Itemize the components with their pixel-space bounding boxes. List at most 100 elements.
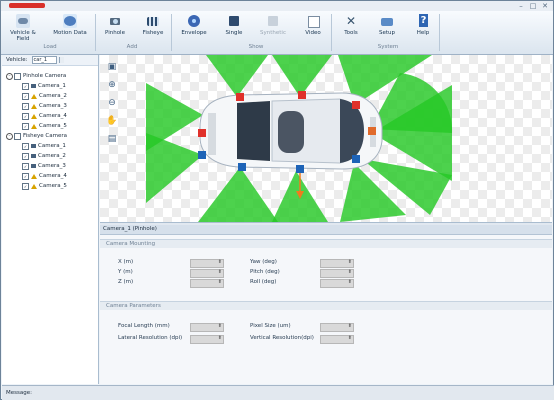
tree-group-label: Fisheye Camera: [23, 133, 67, 139]
checkbox[interactable]: ✓: [22, 122, 29, 130]
fisheye-label: Fisheye: [142, 30, 164, 36]
z-input[interactable]: [190, 279, 224, 288]
chevron-down-icon[interactable]: [58, 57, 64, 63]
pinhole-label: Pinhole: [105, 30, 125, 36]
tree-item-fisheye-camera-1[interactable]: ✓ Camera_1: [22, 141, 98, 151]
checkbox[interactable]: [14, 132, 21, 140]
camera-marker: [198, 151, 206, 159]
camera-marker: [198, 129, 206, 137]
zoom-out-icon[interactable]: ⊖: [106, 97, 118, 109]
pinhole-button[interactable]: Pinhole: [101, 13, 129, 43]
camera-marker: [296, 165, 304, 173]
checkbox[interactable]: ✓: [22, 92, 29, 100]
tree-item-pinhole-camera-3[interactable]: ✓ Camera_3: [22, 101, 98, 111]
video-button[interactable]: Video: [301, 13, 325, 43]
tree-item-pinhole-camera-4[interactable]: ✓ Camera_4: [22, 111, 98, 121]
tree-item-label: Camera_4: [39, 113, 67, 119]
video-label: Video: [305, 30, 321, 36]
warning-icon: [31, 93, 37, 99]
checkbox[interactable]: [14, 72, 21, 80]
properties-title: Camera_1 (Pinhole): [100, 225, 552, 235]
tree-item-label: Camera_3: [38, 163, 66, 169]
setup-button[interactable]: Setup: [375, 13, 399, 43]
y-input[interactable]: [190, 269, 224, 278]
tree-item-pinhole-camera-1[interactable]: ✓ Camera_1: [22, 81, 98, 91]
checkbox[interactable]: ✓: [22, 82, 29, 90]
tools-button[interactable]: Tools: [339, 13, 363, 43]
group-label-show: Show: [248, 44, 264, 50]
camera-icon: [31, 164, 36, 168]
tree-item-label: Camera_3: [39, 103, 67, 109]
checkbox[interactable]: ✓: [22, 162, 29, 170]
tree-item-label: Camera_5: [39, 183, 67, 189]
checkbox[interactable]: ✓: [22, 102, 29, 110]
pitch-input[interactable]: [320, 269, 354, 278]
vehicle-icon: [16, 14, 30, 28]
camera-marker: [298, 91, 306, 99]
vehicle-select[interactable]: car_1: [31, 56, 57, 64]
minimize-icon[interactable]: –: [517, 2, 525, 10]
yaw-input[interactable]: [320, 259, 354, 268]
app-logo-icon: [9, 3, 45, 8]
help-icon: [416, 14, 430, 28]
tools-label: Tools: [344, 30, 358, 36]
lateral-resolution-input[interactable]: [190, 335, 224, 344]
tools-icon: [344, 14, 358, 28]
single-label: Single: [225, 30, 243, 36]
tree-item-fisheye-camera-5[interactable]: ✓ Camera_5: [22, 181, 98, 191]
tree-item-fisheye-camera-2[interactable]: ✓ Camera_2: [22, 151, 98, 161]
zoom-in-icon[interactable]: ⊕: [106, 79, 118, 91]
checkbox[interactable]: ✓: [22, 172, 29, 180]
envelope-button[interactable]: Envelope: [179, 13, 209, 43]
tree-item-label: Camera_1: [38, 143, 66, 149]
single-button[interactable]: Single: [221, 13, 247, 43]
synthetic-button[interactable]: Synthetic: [258, 13, 288, 43]
camera-icon: [31, 154, 36, 158]
checkbox[interactable]: ✓: [22, 182, 29, 190]
pixel-size-input[interactable]: [320, 323, 354, 332]
fov-sector: [206, 55, 268, 97]
vehicle-selector-row: Vehicle: car_1: [2, 55, 98, 66]
tree-item-fisheye-camera-3[interactable]: ✓ Camera_3: [22, 161, 98, 171]
warning-icon: [31, 173, 37, 179]
camera-coverage-drawing: [146, 55, 453, 222]
help-label: Help: [416, 30, 430, 36]
x-label: X (m): [118, 259, 134, 265]
checkbox[interactable]: ✓: [22, 152, 29, 160]
setup-label: Setup: [378, 30, 395, 36]
camera-marker: [368, 127, 376, 135]
fisheye-button[interactable]: Fisheye: [139, 13, 167, 43]
tree-group-fisheye[interactable]: – Fisheye Camera: [6, 131, 98, 141]
focal-length-label: Focal Length (mm): [118, 323, 170, 329]
motion-data-button[interactable]: Motion Data: [53, 13, 87, 43]
focal-length-input[interactable]: [190, 323, 224, 332]
tree-group-pinhole[interactable]: – Pinhole Camera: [6, 71, 98, 81]
camera-tree-panel: Vehicle: car_1 – Pinhole Camera ✓ Camera_…: [2, 55, 99, 384]
tree-item-pinhole-camera-5[interactable]: ✓ Camera_5: [22, 121, 98, 131]
tree-item-fisheye-camera-4[interactable]: ✓ Camera_4: [22, 171, 98, 181]
tree-item-label: Camera_2: [39, 93, 67, 99]
roll-input[interactable]: [320, 279, 354, 288]
motion-data-label: Motion Data: [53, 30, 87, 36]
help-button[interactable]: Help: [411, 13, 435, 43]
select-tool-icon[interactable]: ▣: [106, 61, 118, 73]
envelope-label: Envelope: [181, 30, 207, 36]
x-input[interactable]: [190, 259, 224, 268]
y-label: Y (m): [118, 269, 133, 275]
collapse-icon[interactable]: –: [6, 132, 13, 140]
vehicle-field-button[interactable]: Vehicle & Field: [5, 13, 41, 43]
maximize-icon[interactable]: □: [529, 2, 537, 10]
vertical-resolution-input[interactable]: [320, 335, 354, 344]
pan-hand-icon[interactable]: ✋: [106, 115, 118, 127]
vehicle-3d-viewport[interactable]: ▣ ⊕ ⊖ ✋ ▤: [100, 55, 552, 222]
tree-item-pinhole-camera-2[interactable]: ✓ Camera_2: [22, 91, 98, 101]
checkbox[interactable]: ✓: [22, 112, 29, 120]
collapse-icon[interactable]: –: [6, 72, 13, 80]
envelope-icon: [187, 14, 201, 28]
checkbox[interactable]: ✓: [22, 142, 29, 150]
close-icon[interactable]: ✕: [541, 2, 549, 10]
vertical-resolution-label: Vertical Resolution(dpi): [250, 335, 314, 341]
fisheye-camera-icon: [146, 14, 160, 28]
status-bar: Message:: [2, 385, 554, 400]
layers-icon[interactable]: ▤: [106, 133, 118, 145]
